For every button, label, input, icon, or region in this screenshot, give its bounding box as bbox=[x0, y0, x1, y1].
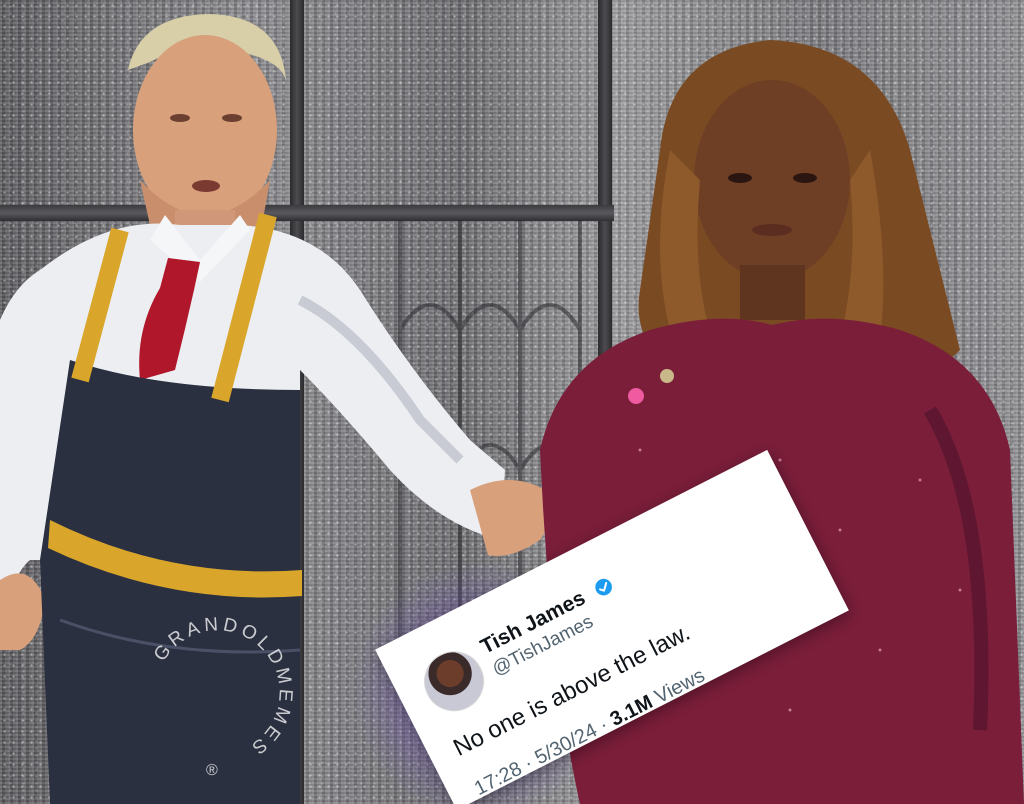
photo-scene: Tish James @TishJames No one is above th… bbox=[0, 0, 1024, 804]
tweet-avatar bbox=[413, 640, 495, 722]
svg-text:®: ® bbox=[206, 762, 218, 779]
grandoldmemes-watermark: GRANDOLDMEMES ® bbox=[150, 614, 296, 779]
verified-badge-icon bbox=[595, 578, 612, 596]
svg-text:GRANDOLDMEMES: GRANDOLDMEMES bbox=[150, 614, 296, 760]
